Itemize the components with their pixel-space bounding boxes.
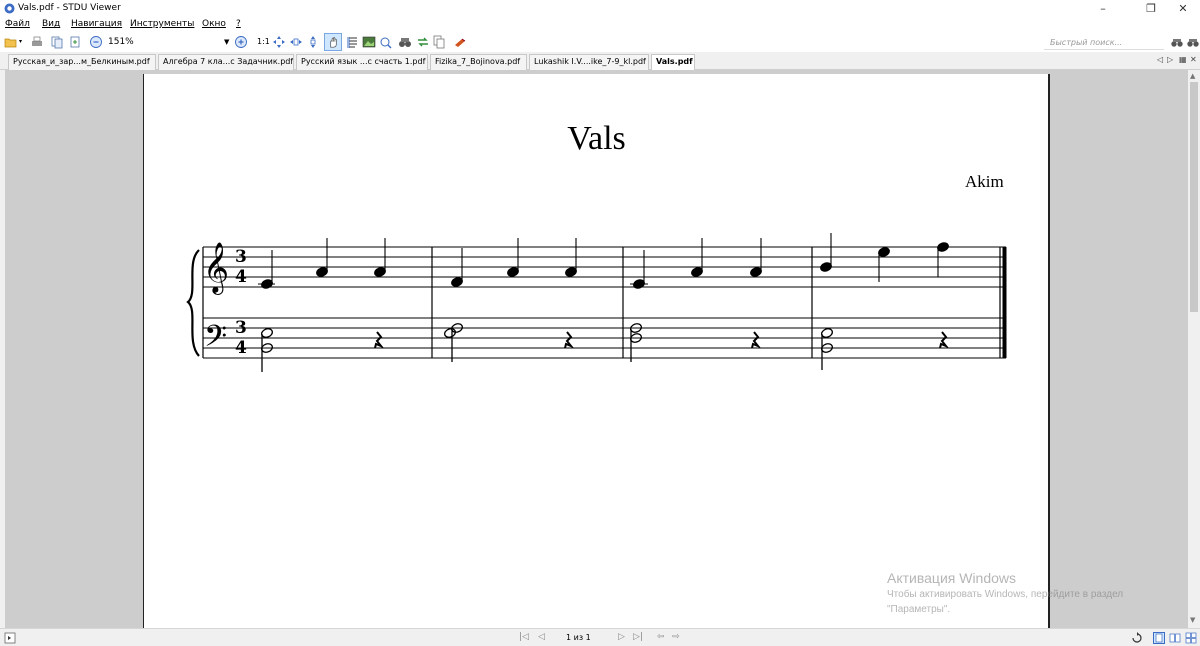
- activation-watermark-text: Чтобы активировать Windows, перейдите в …: [887, 589, 1124, 600]
- single-page-view-icon[interactable]: [1153, 632, 1165, 644]
- history-forward-icon[interactable]: ⇨: [672, 632, 680, 642]
- music-score: 𝄞 𝄢 3 4 3 4: [186, 233, 1007, 372]
- quarter-rests: [374, 331, 950, 349]
- history-back-icon[interactable]: ⇦: [657, 632, 665, 642]
- svg-text:4: 4: [235, 338, 247, 358]
- activation-watermark-link: "Параметры".: [887, 604, 951, 615]
- next-page-icon[interactable]: ▷: [618, 632, 625, 642]
- barlines: [202, 247, 1007, 358]
- bass-notes: [261, 323, 833, 372]
- svg-text:4: 4: [235, 267, 247, 287]
- status-bar: |◁ ◁ 1 из 1 ▷ ▷| ⇦ ⇨: [0, 628, 1200, 646]
- grand-staff-brace: [186, 249, 200, 357]
- page-indicator[interactable]: 1 из 1: [566, 633, 591, 642]
- rotate-view-icon[interactable]: [1131, 632, 1143, 644]
- activation-watermark-title: Активация Windows: [887, 570, 1017, 586]
- bass-clef: 𝄢: [204, 320, 227, 361]
- time-signatures: 3 4 3 4: [235, 247, 247, 358]
- continuous-view-icon[interactable]: [1185, 632, 1197, 644]
- treble-clef: 𝄞: [203, 242, 229, 295]
- treble-notes: [258, 233, 949, 289]
- last-page-icon[interactable]: ▷|: [633, 632, 643, 642]
- first-page-icon[interactable]: |◁: [519, 632, 529, 642]
- prev-page-icon[interactable]: ◁: [538, 632, 545, 642]
- svg-text:3: 3: [235, 318, 247, 338]
- two-page-view-icon[interactable]: [1169, 632, 1181, 644]
- toggle-sidebar-icon[interactable]: [4, 632, 16, 644]
- svg-text:3: 3: [235, 247, 247, 267]
- bass-staff: [203, 317, 1006, 359]
